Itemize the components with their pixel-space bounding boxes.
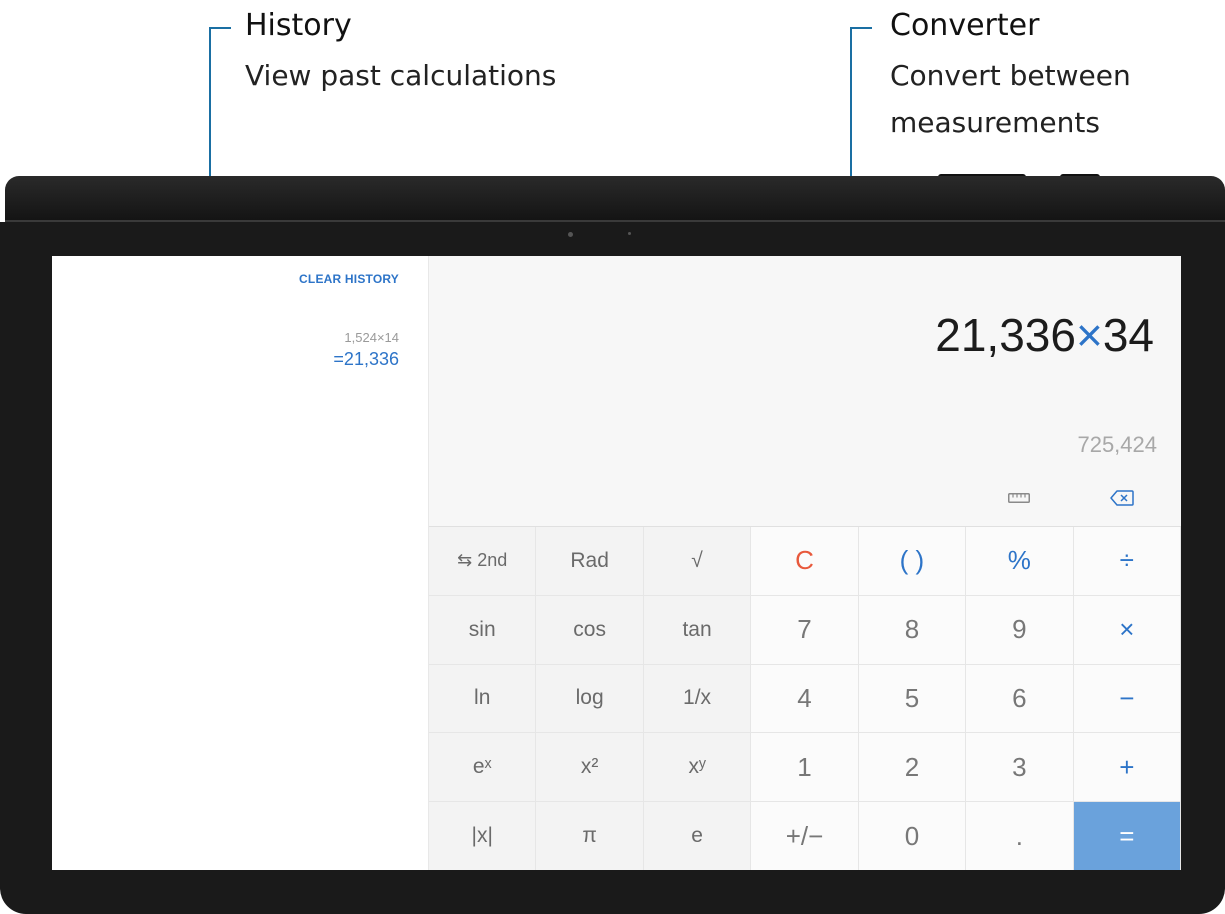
- percent-button[interactable]: %: [966, 527, 1074, 596]
- square-root-button[interactable]: √: [643, 527, 752, 596]
- parentheses-button[interactable]: ( ): [858, 527, 967, 596]
- converter-callout-title: Converter: [890, 8, 1040, 43]
- rad-button[interactable]: Rad: [536, 527, 644, 596]
- history-callout-line-h: [209, 27, 231, 29]
- digit-8-button[interactable]: 8: [858, 595, 967, 665]
- ruler-icon[interactable]: [1008, 493, 1030, 503]
- square-button[interactable]: x²: [536, 733, 644, 803]
- digit-2-button[interactable]: 2: [858, 733, 967, 803]
- exp-button[interactable]: eˣ: [429, 733, 537, 803]
- converter-callout-description-line-2: measurements: [890, 106, 1100, 139]
- converter-callout-description-line-1: Convert between: [890, 59, 1131, 92]
- expression-operator: ×: [1075, 309, 1103, 361]
- equals-button[interactable]: =: [1073, 802, 1181, 870]
- clear-history-button[interactable]: CLEAR HISTORY: [299, 272, 399, 286]
- history-callout-description: View past calculations: [245, 59, 557, 92]
- digit-0-button[interactable]: 0: [858, 802, 967, 870]
- pi-button[interactable]: π: [536, 802, 644, 870]
- cos-button[interactable]: cos: [536, 595, 644, 665]
- converter-callout-line-h: [850, 27, 872, 29]
- calculator-display: 21,336×34 725,424: [429, 256, 1181, 526]
- multiply-button[interactable]: ×: [1073, 595, 1181, 665]
- calculator-screen: CLEAR HISTORY 1,524×14 =21,336 21,336×34…: [52, 256, 1181, 870]
- digit-5-button[interactable]: 5: [858, 664, 967, 734]
- digit-9-button[interactable]: 9: [966, 595, 1074, 665]
- expression-left-operand: 21,336: [935, 309, 1076, 361]
- subtract-button[interactable]: −: [1073, 664, 1181, 734]
- divide-button[interactable]: ÷: [1073, 527, 1181, 596]
- history-entry-result[interactable]: =21,336: [333, 349, 399, 370]
- digit-3-button[interactable]: 3: [966, 733, 1074, 803]
- front-camera: [568, 232, 573, 237]
- history-callout-title: History: [245, 8, 352, 43]
- keypad: ⇆ 2nd Rad √ C ( ) % ÷ sin cos tan 7 8 9 …: [429, 526, 1181, 870]
- sensor: [628, 232, 631, 235]
- tan-button[interactable]: tan: [643, 595, 752, 665]
- euler-button[interactable]: e: [643, 802, 752, 870]
- history-entry-expression[interactable]: 1,524×14: [344, 330, 399, 345]
- result-preview: 725,424: [1077, 432, 1157, 457]
- add-button[interactable]: +: [1073, 733, 1181, 803]
- expression-right-operand: 34: [1102, 309, 1154, 361]
- expression-input[interactable]: 21,336×34: [935, 308, 1154, 362]
- ln-button[interactable]: ln: [429, 664, 537, 734]
- plus-minus-button[interactable]: +/−: [751, 802, 859, 870]
- digit-4-button[interactable]: 4: [751, 664, 859, 734]
- power-button[interactable]: xʸ: [643, 733, 752, 803]
- second-function-button[interactable]: ⇆ 2nd: [429, 527, 537, 596]
- digit-6-button[interactable]: 6: [966, 664, 1074, 734]
- clear-button[interactable]: C: [751, 527, 859, 596]
- backspace-icon[interactable]: [1110, 490, 1134, 506]
- decimal-button[interactable]: .: [966, 802, 1074, 870]
- reciprocal-button[interactable]: 1/x: [643, 664, 752, 734]
- log-button[interactable]: log: [536, 664, 644, 734]
- history-panel: CLEAR HISTORY 1,524×14 =21,336: [52, 256, 429, 870]
- digit-7-button[interactable]: 7: [751, 595, 859, 665]
- digit-1-button[interactable]: 1: [751, 733, 859, 803]
- absolute-value-button[interactable]: |x|: [429, 802, 537, 870]
- sin-button[interactable]: sin: [429, 595, 537, 665]
